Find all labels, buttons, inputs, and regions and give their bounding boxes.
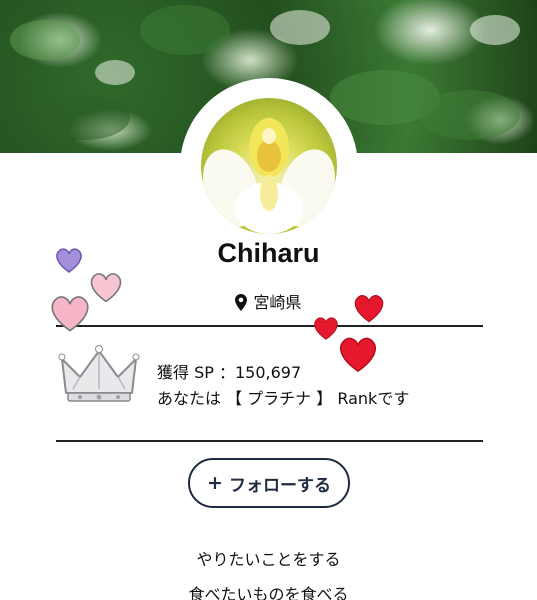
red-heart-icon [352, 292, 386, 328]
bio-line-2: 食べたいものを食べる [188, 585, 349, 600]
rank-line: あなたは 【 プラチナ 】 Rankです [157, 389, 410, 408]
location-text: 宮崎県 [253, 293, 302, 312]
follow-button[interactable]: + フォローする [188, 458, 350, 508]
divider-bottom [56, 440, 483, 442]
location-pin-icon [235, 294, 248, 315]
follow-label: フォローする [228, 475, 331, 496]
orchid-flower-image [202, 118, 336, 234]
divider-top [56, 325, 483, 327]
bio-line-1: やりたいことをする [196, 550, 341, 569]
purple-heart-icon [54, 246, 84, 278]
red-heart-icon [336, 334, 380, 378]
crown-icon [58, 345, 140, 411]
avatar[interactable] [201, 98, 337, 234]
pink-heart-icon [48, 292, 92, 338]
pink-heart-icon [88, 270, 124, 308]
plus-icon: + [207, 472, 223, 494]
